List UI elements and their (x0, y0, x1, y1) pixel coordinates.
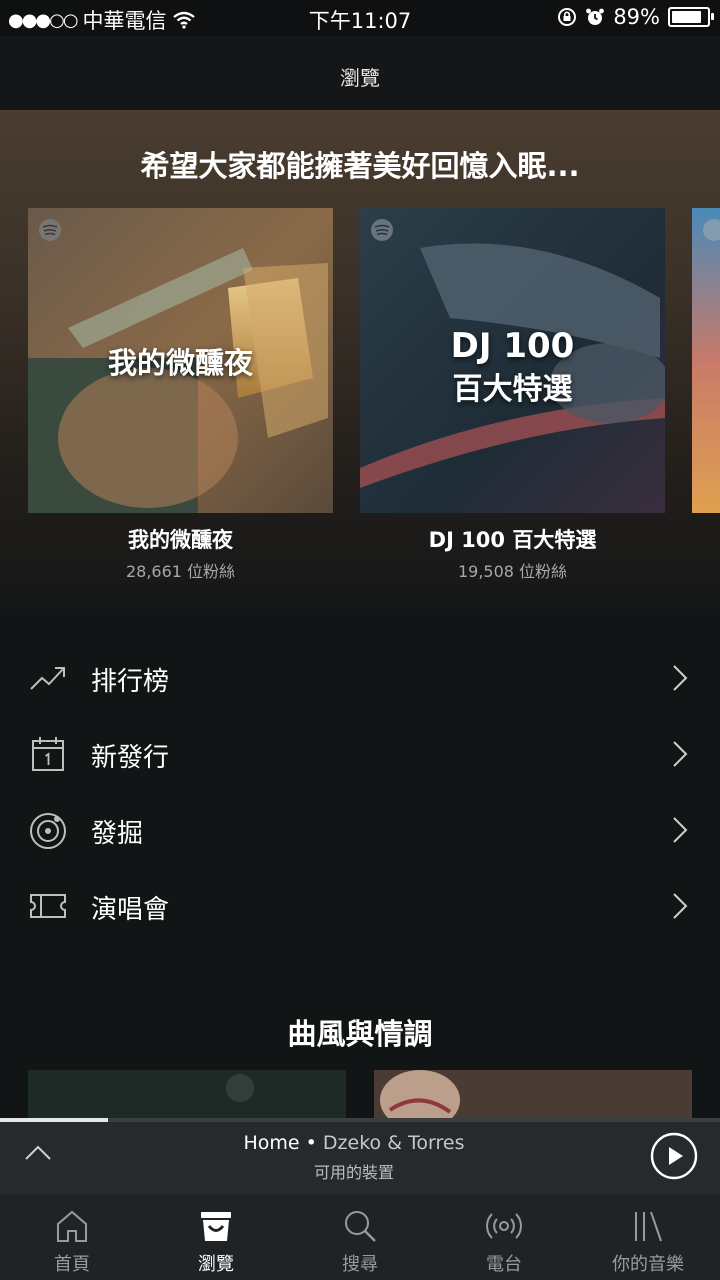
tab-label: 首頁 (54, 1254, 90, 1275)
chevron-right-icon (673, 665, 688, 691)
tab-label: 電台 (486, 1254, 522, 1275)
library-icon (635, 1211, 662, 1242)
page-title: 瀏覽 (340, 66, 380, 90)
genre-tiles[interactable] (0, 1070, 720, 1118)
separator: • (305, 1132, 317, 1154)
playlist-followers: 19,508 位粉絲 (457, 562, 568, 581)
navigation-bar: 瀏覽 (0, 36, 720, 110)
rotation-lock-icon (558, 8, 577, 26)
search-icon (345, 1211, 376, 1242)
featured-section: 希望大家都能擁著美好回憶入眠... 我的微醺夜 我的微醺夜 28,661 位粉絲… (0, 110, 720, 615)
section-title: 曲風與情調 (287, 1017, 433, 1051)
menu-label: 發掘 (91, 819, 144, 849)
trending-up-icon (30, 667, 65, 690)
chevron-right-icon (673, 741, 688, 767)
battery-icon (668, 7, 714, 27)
cover-text-line2: 百大特選 (452, 372, 573, 407)
home-icon (57, 1210, 87, 1242)
ticket-icon (30, 894, 66, 918)
tab-label: 搜尋 (342, 1254, 378, 1275)
play-button[interactable] (650, 1132, 698, 1180)
calendar-icon (32, 737, 64, 771)
playlist-name[interactable]: 我的微醺夜 (28, 524, 333, 554)
alarm-icon (586, 8, 605, 25)
browse-menu: 排行榜 新發行 發掘 演唱會 (0, 640, 720, 944)
now-playing-title[interactable]: Home • Dzeko & Torres (0, 1132, 708, 1154)
tab-label: 瀏覽 (198, 1254, 234, 1275)
status-bar: ●●●○○ 中華電信 下午11:07 89% (0, 0, 720, 36)
tab-bar: 首頁 瀏覽 搜尋 電台 你的音樂 (0, 1194, 720, 1280)
tab-your-library[interactable]: 你的音樂 (576, 1194, 720, 1280)
tab-radio[interactable]: 電台 (432, 1194, 576, 1280)
menu-item-new-releases[interactable]: 新發行 (0, 716, 720, 792)
menu-label: 新發行 (91, 743, 170, 773)
playback-progress (0, 1118, 720, 1122)
playlist-cover[interactable]: 我的微醺夜 (28, 208, 333, 513)
browse-icon (201, 1212, 231, 1241)
discover-icon (30, 813, 66, 849)
menu-item-discover[interactable]: 發掘 (0, 792, 720, 868)
tab-home[interactable]: 首頁 (0, 1194, 144, 1280)
tab-label: 你的音樂 (612, 1254, 684, 1275)
menu-item-concerts[interactable]: 演唱會 (0, 868, 720, 944)
chevron-right-icon (673, 817, 688, 843)
menu-label: 排行榜 (91, 667, 170, 697)
playlist-followers: 28,661 位粉絲 (125, 562, 236, 581)
menu-item-charts[interactable]: 排行榜 (0, 640, 720, 716)
chevron-right-icon (673, 893, 688, 919)
playlist-name[interactable]: DJ 100 百大特選 (360, 524, 665, 554)
now-playing-bar[interactable]: Home • Dzeko & Torres 可用的裝置 (0, 1118, 720, 1194)
cover-text-line1: DJ 100 (450, 326, 575, 366)
now-playing-track: Dzeko & Torres (322, 1132, 465, 1154)
now-playing-device: Home (243, 1132, 300, 1154)
playlist-cover[interactable] (692, 208, 720, 513)
tab-browse[interactable]: 瀏覽 (144, 1194, 288, 1280)
playlist-cover[interactable]: DJ 100 百大特選 (360, 208, 665, 513)
available-devices[interactable]: 可用的裝置 (0, 1159, 708, 1183)
tab-search[interactable]: 搜尋 (288, 1194, 432, 1280)
radio-icon (486, 1213, 522, 1239)
playlist-carousel[interactable]: 我的微醺夜 我的微醺夜 28,661 位粉絲 DJ 100 百大特選 DJ 10… (0, 208, 720, 588)
battery-percent: 89% (613, 5, 660, 29)
cover-text: 我的微醺夜 (107, 346, 253, 380)
featured-title: 希望大家都能擁著美好回憶入眠... (140, 149, 580, 183)
menu-label: 演唱會 (91, 895, 170, 925)
